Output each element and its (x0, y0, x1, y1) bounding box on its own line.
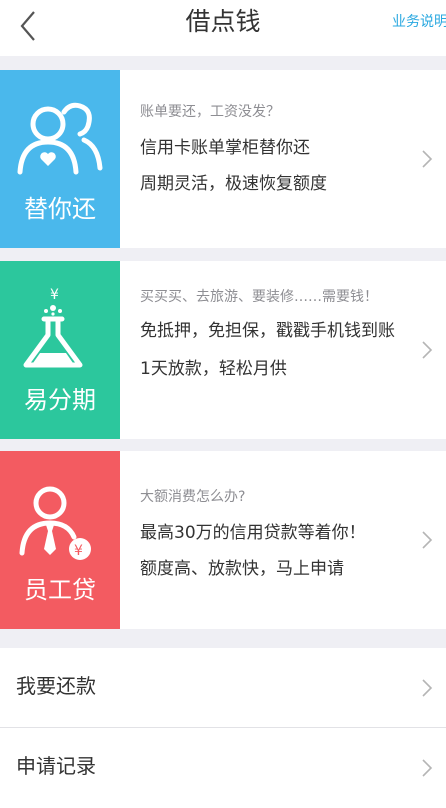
card-repay-for-you[interactable]: 替你还 账单要还，工资没发？ 信用卡账单掌柜替你还 周期灵活，极速恢复额度 (0, 70, 446, 248)
list-item-label: 我要还款 (16, 674, 96, 698)
card-text: 买买买、去旅游、要装修……需要钱！ 免抵押，免担保，戳戳手机钱到账 1天放款，轻… (140, 287, 410, 381)
chevron-right-icon (422, 341, 433, 359)
header-bar: 借点钱 业务说明 (0, 0, 446, 56)
card-employee-loan[interactable]: ¥ 员工贷 大额消费怎么办? 最高30万的信用贷款等着你！ 额度高、放款快，马上… (0, 451, 446, 629)
card-installment[interactable]: ¥ 易分期 买买买、去旅游、要装修……需要钱！ 免抵押，免担保，戳戳手机钱到账 … (0, 261, 446, 439)
help-link[interactable]: 业务说明 (392, 12, 446, 32)
tile-label: 员工贷 (24, 576, 96, 604)
chevron-right-icon (422, 150, 433, 168)
tile-label: 替你还 (24, 195, 96, 223)
tile-label: 易分期 (24, 386, 96, 414)
card-subtitle: 账单要还，工资没发？ (140, 104, 280, 120)
card-subtitle: 大额消费怎么办? (140, 489, 246, 505)
chevron-right-icon (422, 531, 433, 549)
card-tile: ¥ 员工贷 (0, 451, 120, 629)
card-subtitle: 买买买、去旅游、要装修……需要钱！ (140, 289, 378, 305)
list-item-records[interactable]: 申请记录 (0, 728, 446, 808)
employee-yen-icon: ¥ (19, 486, 91, 560)
page-title: 借点钱 (185, 7, 261, 36)
card-line-1: 最高30万的信用贷款等着你！ (140, 523, 366, 543)
card-line-2: 额度高、放款快，马上申请 (140, 559, 344, 579)
svg-text:¥: ¥ (74, 543, 83, 559)
list-item-repay[interactable]: 我要还款 (0, 648, 446, 728)
card-line-2: 周期灵活，极速恢复额度 (140, 174, 327, 194)
flask-yen-icon: ¥ (23, 287, 83, 368)
card-tile: ¥ 易分期 (0, 261, 120, 439)
card-line-2: 1天放款，轻松月供 (140, 359, 287, 379)
chevron-right-icon (422, 679, 433, 697)
user-with-heart-icon (17, 102, 103, 175)
list-item-label: 申请记录 (16, 754, 96, 778)
chevron-right-icon (422, 759, 433, 777)
card-line-1: 信用卡账单掌柜替你还 (140, 138, 310, 158)
svg-text:¥: ¥ (50, 287, 59, 303)
card-line-1: 免抵押，免担保，戳戳手机钱到账 (140, 321, 395, 341)
card-tile: 替你还 (0, 70, 120, 248)
card-text: 大额消费怎么办? 最高30万的信用贷款等着你！ 额度高、放款快，马上申请 (140, 487, 410, 581)
card-text: 账单要还，工资没发？ 信用卡账单掌柜替你还 周期灵活，极速恢复额度 (140, 102, 410, 196)
